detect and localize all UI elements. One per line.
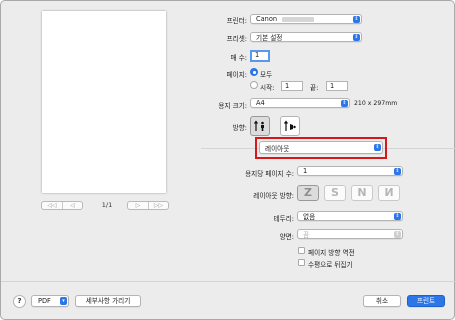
orientation-label: 방향: bbox=[232, 124, 247, 132]
portrait-orientation-button[interactable] bbox=[250, 116, 270, 136]
chevron-updown-icon: ⇕ bbox=[374, 144, 381, 151]
pages-to-label: 끝: bbox=[310, 84, 319, 92]
hide-details-button[interactable]: 세부사항 가리기 bbox=[75, 295, 141, 307]
chevron-down-icon: ▾ bbox=[60, 297, 67, 305]
layout-direction-s-button[interactable]: S bbox=[324, 185, 346, 201]
help-button[interactable]: ? bbox=[13, 295, 26, 308]
chevron-updown-icon: ⇕ bbox=[341, 100, 348, 107]
presets-value: 기본 설정 bbox=[256, 34, 283, 42]
two-sided-value: 끔 bbox=[303, 231, 310, 239]
reverse-orientation-label: 페이지 방향 역전 bbox=[308, 249, 355, 257]
pages-per-sheet-label: 용지당 페이지 수: bbox=[245, 170, 294, 178]
paper-size-select[interactable]: A4 ⇕ bbox=[250, 98, 350, 108]
chevron-updown-icon: ⇕ bbox=[394, 168, 401, 175]
chevron-updown-icon: ⇕ bbox=[394, 231, 401, 238]
two-sided-select[interactable]: 끔 ⇕ bbox=[297, 229, 403, 239]
paper-dimensions: 210 x 297mm bbox=[354, 100, 398, 107]
landscape-orientation-button[interactable] bbox=[280, 116, 300, 136]
cancel-button[interactable]: 취소 bbox=[363, 295, 401, 307]
next-page-button[interactable]: ▷ bbox=[128, 202, 148, 209]
layout-direction-z-button[interactable]: Z bbox=[297, 185, 319, 201]
page-preview bbox=[42, 11, 166, 193]
chevron-updown-icon: ⇕ bbox=[353, 16, 360, 23]
paper-size-label: 용지 크기: bbox=[218, 102, 247, 110]
pages-all-label: 모두 bbox=[260, 71, 273, 79]
print-dialog: ◁◁ ◁ 1/1 ▷ ▷▷ 프린터: Canon ⇕ 프리셋: 기본 설정 ⇕ … bbox=[0, 0, 455, 320]
section-select[interactable]: 레이아웃 ⇕ bbox=[259, 141, 383, 154]
layout-direction-label: 레이아웃 방향: bbox=[253, 192, 294, 200]
presets-label: 프리셋: bbox=[226, 35, 247, 43]
border-label: 테두리: bbox=[273, 215, 294, 223]
border-select[interactable]: 없음 ⇕ bbox=[297, 211, 403, 221]
first-page-button[interactable]: ◁◁ bbox=[42, 202, 62, 209]
copies-input[interactable]: 1 bbox=[250, 50, 270, 62]
flip-horizontally-label: 수평으로 뒤집기 bbox=[308, 261, 353, 269]
section-value: 레이아웃 bbox=[265, 144, 290, 153]
layout-direction-n-reversed-button[interactable]: N bbox=[378, 185, 400, 201]
pages-from-input[interactable]: 1 bbox=[281, 81, 303, 91]
printer-label: 프린터: bbox=[226, 17, 247, 25]
printer-value: Canon bbox=[256, 15, 278, 23]
footer-separator bbox=[1, 281, 455, 282]
pages-per-sheet-value: 1 bbox=[303, 167, 308, 175]
chevron-updown-icon: ⇕ bbox=[394, 213, 401, 220]
layout-direction-n-button[interactable]: N bbox=[351, 185, 373, 201]
pager-forward-group: ▷ ▷▷ bbox=[127, 201, 169, 210]
pages-label: 페이지: bbox=[226, 71, 247, 79]
last-page-button[interactable]: ▷▷ bbox=[148, 202, 168, 209]
chevron-updown-icon: ⇕ bbox=[353, 34, 360, 41]
border-value: 없음 bbox=[303, 213, 316, 221]
page-indicator: 1/1 bbox=[101, 201, 113, 209]
flip-horizontally-checkbox[interactable] bbox=[298, 259, 305, 266]
pages-to-input[interactable]: 1 bbox=[326, 81, 348, 91]
presets-select[interactable]: 기본 설정 ⇕ bbox=[250, 32, 362, 42]
printer-select[interactable]: Canon ⇕ bbox=[250, 14, 362, 24]
pages-all-radio[interactable] bbox=[250, 68, 258, 76]
pages-from-label: 시작: bbox=[260, 84, 275, 92]
portrait-person-icon bbox=[254, 120, 264, 131]
two-sided-label: 양면: bbox=[279, 233, 294, 241]
pages-per-sheet-select[interactable]: 1 ⇕ bbox=[297, 166, 403, 176]
landscape-person-icon bbox=[284, 120, 296, 131]
printer-model-redacted bbox=[282, 16, 315, 22]
reverse-orientation-checkbox[interactable] bbox=[298, 247, 305, 254]
paper-size-value: A4 bbox=[256, 99, 265, 107]
pdf-label: PDF bbox=[38, 297, 51, 305]
pages-range-radio[interactable] bbox=[250, 81, 258, 89]
previous-page-button[interactable]: ◁ bbox=[62, 202, 82, 209]
print-button[interactable]: 프린트 bbox=[407, 295, 445, 307]
pager-back-group: ◁◁ ◁ bbox=[41, 201, 83, 210]
pdf-menu-button[interactable]: PDF ▾ bbox=[31, 295, 69, 307]
copies-label: 매 수: bbox=[230, 54, 247, 62]
